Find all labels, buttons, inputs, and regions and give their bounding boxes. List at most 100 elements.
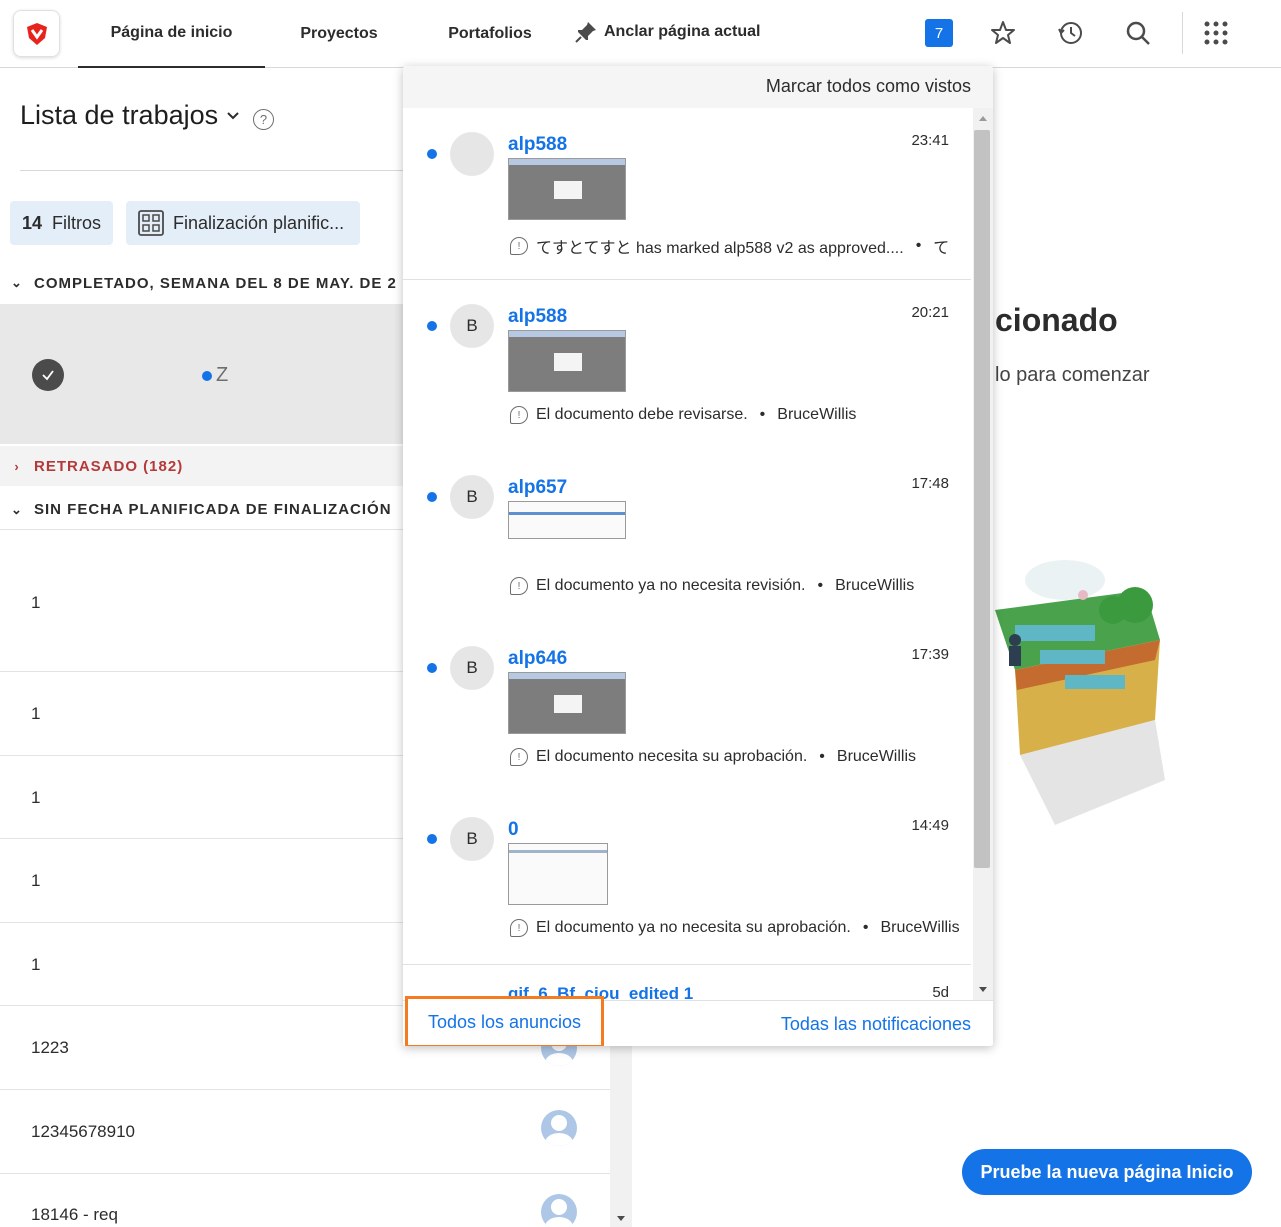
all-notifications-link[interactable]: Todas las notificaciones <box>781 1014 971 1035</box>
list-item-label: 1 <box>31 788 41 807</box>
avatar-initial: B <box>466 487 478 506</box>
worklist-title-text: Lista de trabajos <box>20 100 219 130</box>
empty-state-illustration <box>995 560 1165 825</box>
notification-message-text: El documento ya no necesita revisión. <box>536 577 806 594</box>
notification-message-text: El documento debe revisarse. <box>536 406 748 423</box>
try-new-home-button[interactable]: Pruebe la nueva página Inicio <box>962 1149 1252 1195</box>
notification-item[interactable]: B alp657 17:48 ! El documento ya no nece… <box>403 451 971 623</box>
notification-item[interactable]: B alp588 20:21 ! El documento debe revis… <box>403 280 971 452</box>
group-no-date-header[interactable]: ⌄ SIN FECHA PLANIFICADA DE FINALIZACIÓN <box>0 490 405 530</box>
chevron-right-icon: › <box>14 458 20 474</box>
chevron-down-icon: ⌄ <box>11 275 23 290</box>
document-thumbnail[interactable] <box>508 330 626 392</box>
pin-icon <box>575 22 596 43</box>
all-announcements-link[interactable]: Todos los anuncios <box>405 996 604 1046</box>
notification-message: ! El documento necesita su aprobación. •… <box>510 748 916 766</box>
avatar <box>450 132 494 176</box>
notifications-popover: Marcar todos como vistos alp588 23:41 ! … <box>403 66 993 1046</box>
notification-title-link[interactable]: alp646 <box>508 648 567 670</box>
grouping-label: Finalización planific... <box>173 212 345 233</box>
scroll-down-arrow-icon <box>979 987 987 992</box>
tab-home[interactable]: Página de inicio <box>78 0 265 68</box>
notifications-header: Marcar todos como vistos <box>403 66 993 108</box>
notification-item[interactable]: alp588 23:41 ! てすとてすと has marked alp588 … <box>403 108 971 280</box>
search-icon[interactable] <box>1123 18 1153 48</box>
notification-message: ! てすとてすと has marked alp588 v2 as approve… <box>510 234 949 258</box>
history-icon[interactable] <box>1055 18 1085 48</box>
filter-count: 14 <box>21 212 43 233</box>
document-thumbnail[interactable] <box>508 501 626 539</box>
list-item-label: 12345678910 <box>31 1122 136 1141</box>
tab-projects[interactable]: Proyectos <box>280 0 398 68</box>
notification-message-text: てすとてすと has marked alp588 v2 as approved.… <box>536 240 904 257</box>
pin-page-button[interactable]: Anclar página actual <box>574 20 761 44</box>
filters-button[interactable]: 14 Filtros <box>10 201 113 245</box>
chevron-down-icon <box>227 111 239 119</box>
notification-item[interactable]: B 0 14:49 ! El documento ya no necesita … <box>403 793 971 965</box>
group-overdue-header[interactable]: › RETRASADO (182) <box>0 446 405 486</box>
tab-portfolios-label: Portafolios <box>448 25 532 42</box>
comment-icon: ! <box>510 577 528 595</box>
empty-state-subtitle: lo para comenzar <box>995 364 1150 386</box>
unread-dot-icon <box>427 492 437 502</box>
document-thumbnail[interactable] <box>508 843 608 905</box>
chevron-down-icon: ⌄ <box>11 501 23 517</box>
notification-author: BruceWillis <box>836 748 917 765</box>
nav-divider <box>1182 12 1183 54</box>
list-item-label: 1 <box>31 955 41 974</box>
avatar: B <box>450 817 494 861</box>
notification-title-link[interactable]: alp588 <box>508 306 567 328</box>
notification-message-text: El documento ya no necesita su aprobació… <box>536 919 851 936</box>
filter-label: Filtros <box>52 212 102 233</box>
comment-icon: ! <box>510 237 528 255</box>
avatar: B <box>450 646 494 690</box>
notification-time: 20:21 <box>911 304 949 321</box>
empty-state-title: cionado <box>995 302 1118 338</box>
document-thumbnail[interactable] <box>508 672 626 734</box>
help-icon[interactable]: ? <box>253 109 274 130</box>
list-item-label: 1223 <box>31 1038 69 1057</box>
notification-item[interactable]: B alp646 17:39 ! El documento necesita s… <box>403 622 971 794</box>
document-thumbnail[interactable] <box>508 158 626 220</box>
group-no-date-label: SIN FECHA PLANIFICADA DE FINALIZACIÓN <box>34 501 392 518</box>
pin-page-label: Anclar página actual <box>604 23 761 40</box>
all-announcements-label: Todos los anuncios <box>427 1011 582 1032</box>
worklist-title[interactable]: Lista de trabajos <box>20 100 240 131</box>
notification-author: BruceWillis <box>835 577 915 594</box>
list-item-label: 18146 - req <box>31 1205 118 1224</box>
notification-time: 14:49 <box>911 817 949 834</box>
notification-message-text: El documento necesita su aprobación. <box>536 748 808 765</box>
mark-all-seen-button[interactable]: Marcar todos como vistos <box>766 76 971 97</box>
group-completed-header[interactable]: ⌄ COMPLETADO, SEMANA DEL 8 DE MAY. DE 2 <box>0 263 405 303</box>
star-icon[interactable] <box>988 18 1018 48</box>
notification-title-link[interactable]: alp588 <box>508 134 567 156</box>
grouping-button[interactable]: Finalización planific... <box>126 201 360 245</box>
tab-projects-label: Proyectos <box>300 25 378 42</box>
scrollbar-thumb[interactable] <box>974 130 990 868</box>
workfront-logo-icon[interactable] <box>13 10 60 57</box>
avatar-initial: B <box>466 658 478 677</box>
separator-dot: • <box>817 577 824 594</box>
apps-grid-icon[interactable] <box>1201 18 1231 48</box>
status-dot-icon <box>202 370 212 381</box>
notification-title-link[interactable]: alp657 <box>508 477 567 499</box>
tab-portfolios[interactable]: Portafolios <box>430 0 550 68</box>
group-completed-label: COMPLETADO, SEMANA DEL 8 DE MAY. DE 2 <box>34 274 397 292</box>
completed-item-label[interactable]: Z <box>202 364 228 387</box>
notification-author: BruceWillis <box>880 919 960 936</box>
list-item[interactable]: 18146 - req <box>0 1174 610 1227</box>
help-icon-glyph: ? <box>259 112 268 127</box>
group-overdue-label: RETRASADO (182) <box>34 457 184 475</box>
top-navigation: Página de inicio Proyectos Portafolios A… <box>0 0 1281 68</box>
notification-author: て <box>933 240 950 257</box>
avatar <box>541 1194 577 1227</box>
checkmark-icon[interactable] <box>32 359 64 391</box>
grid-view-icon <box>138 210 164 236</box>
list-item[interactable]: 12345678910 <box>0 1090 610 1174</box>
unread-dot-icon <box>427 321 437 331</box>
notification-title-link[interactable]: 0 <box>508 819 519 841</box>
worklist-divider <box>20 170 403 171</box>
notifications-badge-button[interactable]: 7 <box>925 19 953 47</box>
comment-icon: ! <box>510 919 528 937</box>
avatar-initial: B <box>466 316 478 335</box>
